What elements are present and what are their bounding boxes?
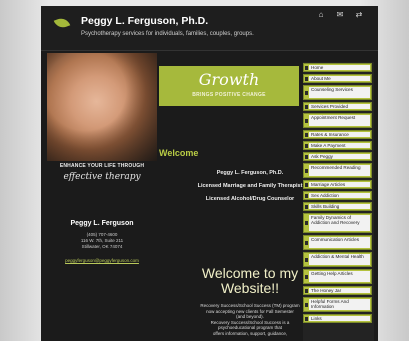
nav-bullet-icon <box>305 316 308 321</box>
nav-item-family-dynamics[interactable]: Family Dynamics of Addiction and Recover… <box>303 213 372 233</box>
nav-item-label: Links <box>309 316 370 321</box>
nav-bullet-icon <box>305 288 308 293</box>
contact-phone: (405) 707-4600 <box>86 232 118 237</box>
nav-sidebar: Home About Me Counseling Services Servic… <box>303 62 374 341</box>
nav-item-ask[interactable]: Ask Peggy <box>303 152 372 161</box>
leaf-logo-icon <box>53 15 71 31</box>
nav-item-label: The Honey Jar <box>309 288 370 293</box>
contact-email-link[interactable]: peggyferguson@peggyferguson.com <box>47 258 157 263</box>
nav-item-label: Addiction & Mental Health <box>309 254 370 265</box>
nav-bullet-icon <box>305 118 308 123</box>
nav-item-appointment[interactable]: Appointment Request <box>303 113 372 128</box>
nav-item-label: Skills Building <box>309 204 370 209</box>
nav-bullet-icon <box>305 154 308 159</box>
site-tagline: Psychotherapy services for individuals, … <box>81 31 254 37</box>
nav-bullet-icon <box>305 104 308 109</box>
growth-banner: Growth BRINGS POSITIVE CHANGE <box>159 66 299 106</box>
nav-item-label: Communication Articles <box>309 237 370 248</box>
nav-item-label: Counseling Services <box>309 87 370 98</box>
site-title[interactable]: Peggy L. Ferguson, Ph.D. <box>81 15 208 27</box>
nav-bullet-icon <box>305 257 308 262</box>
nav-bullet-icon <box>305 240 308 245</box>
contact-address-1: 116 W. 7th, Suite 211 <box>80 238 124 243</box>
nav-item-label: Sex Addiction <box>309 193 370 198</box>
nav-item-rates[interactable]: Rates & Insurance <box>303 130 372 139</box>
site-header: Peggy L. Ferguson, Ph.D. Psychotherapy s… <box>41 6 378 51</box>
nav-bullet-icon <box>305 302 308 307</box>
nav-bullet-icon <box>305 76 308 81</box>
nav-bullet-icon <box>305 193 308 198</box>
nav-bullet-icon <box>305 204 308 209</box>
profile-photo <box>47 53 157 161</box>
nav-item-about[interactable]: About Me <box>303 74 372 83</box>
nav-item-label: Ask Peggy <box>309 154 370 159</box>
nav-item-label: Helpful Forms And Information <box>309 299 370 310</box>
nav-item-home[interactable]: Home <box>303 63 372 72</box>
nav-bullet-icon <box>305 182 308 187</box>
enhance-tagline: ENHANCE YOUR LIFE THROUGH <box>59 163 145 169</box>
nav-bullet-icon <box>305 90 308 95</box>
nav-bullet-icon <box>305 274 308 279</box>
nav-bullet-icon <box>305 221 308 225</box>
share-icon[interactable]: ⇄ <box>354 10 364 19</box>
script-tagline: effective therapy <box>63 172 141 182</box>
nav-item-label: Make A Payment <box>309 143 370 148</box>
nav-item-links[interactable]: Links <box>303 314 372 323</box>
nav-item-label: Appointment Request <box>309 115 370 126</box>
nav-bullet-icon <box>305 143 308 148</box>
home-icon[interactable]: ⌂ <box>316 10 326 19</box>
website-page: Peggy L. Ferguson, Ph.D. Psychotherapy s… <box>41 6 378 341</box>
nav-item-label: Family Dynamics of Addiction and Recover… <box>309 215 370 231</box>
banner-subtitle: BRINGS POSITIVE CHANGE <box>192 92 266 98</box>
nav-item-reading[interactable]: Recommended Reading <box>303 163 372 178</box>
nav-item-label: Rates & Insurance <box>309 132 370 137</box>
nav-item-label: Services Provided <box>309 104 370 109</box>
nav-item-label: Recommended Reading <box>309 165 370 176</box>
nav-item-label: About Me <box>309 76 370 81</box>
nav-item-skills[interactable]: Skills Building <box>303 202 372 211</box>
nav-item-sex-addiction[interactable]: Sex Addiction <box>303 191 372 200</box>
nav-item-communication[interactable]: Communication Articles <box>303 235 372 250</box>
mail-icon[interactable]: ✉ <box>335 10 345 19</box>
welcome-heading: Welcome <box>159 148 199 158</box>
contact-address-2: Stillwater, OK 74074 <box>81 244 123 249</box>
nav-item-marriage[interactable]: Marriage Articles <box>303 180 372 189</box>
banner-title: Growth <box>198 70 260 89</box>
nav-item-counseling[interactable]: Counseling Services <box>303 85 372 100</box>
photo-shading <box>47 53 157 161</box>
nav-item-label: Home <box>309 65 370 70</box>
header-icons: ⌂ ✉ ⇄ <box>316 10 364 19</box>
nav-bullet-icon <box>305 168 308 173</box>
nav-item-honey-jar[interactable]: The Honey Jar <box>303 286 372 295</box>
nav-bullet-icon <box>305 65 308 70</box>
nav-bullet-icon <box>305 132 308 137</box>
nav-item-label: Marriage Articles <box>309 182 370 187</box>
nav-item-forms[interactable]: Helpful Forms And Information <box>303 297 372 312</box>
contact-name: Peggy L. Ferguson <box>70 220 134 227</box>
nav-item-services[interactable]: Services Provided <box>303 102 372 111</box>
nav-item-label: Getting Help Articles <box>309 271 370 282</box>
nav-item-addiction-mental[interactable]: Addiction & Mental Health <box>303 252 372 267</box>
nav-item-getting-help[interactable]: Getting Help Articles <box>303 269 372 284</box>
nav-item-payment[interactable]: Make A Payment <box>303 141 372 150</box>
